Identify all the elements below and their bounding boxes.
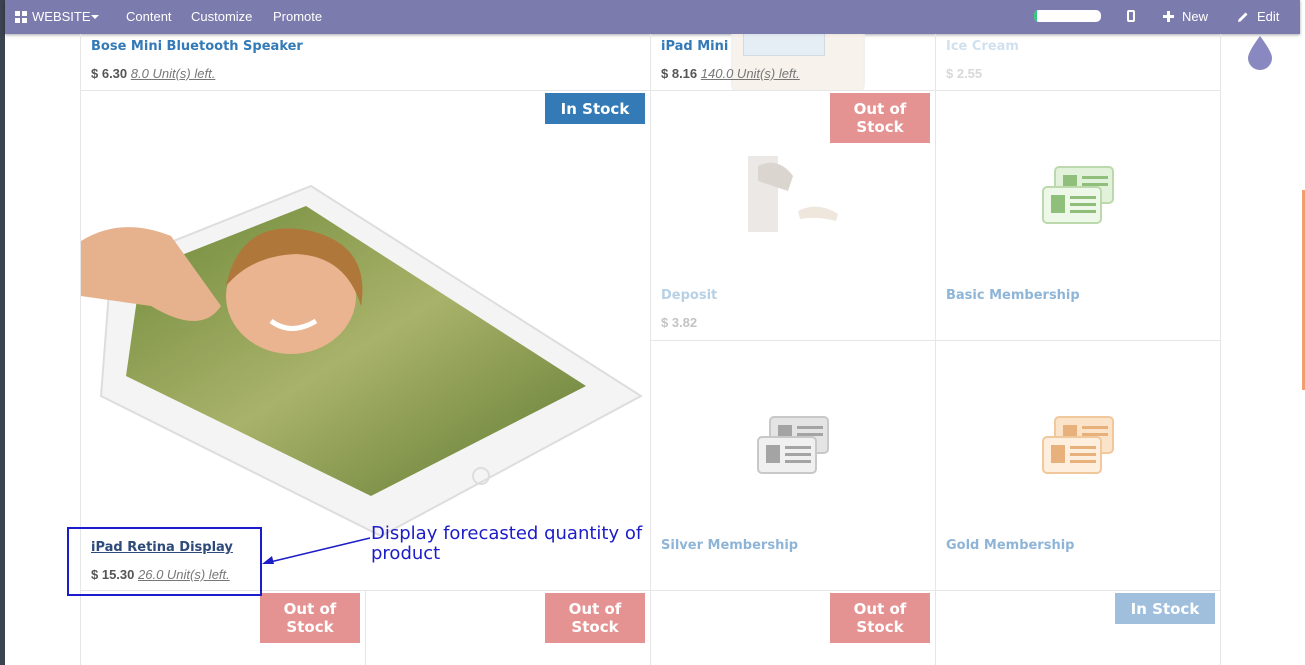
menu-customize[interactable]: Customize [191,0,252,34]
product-price: $ 6.30 8.0 Unit(s) left. [91,66,215,81]
menu-promote[interactable]: Promote [273,0,322,34]
product-name[interactable]: Basic Membership [946,288,1080,303]
edit-button[interactable]: Edit [1237,0,1297,34]
menu-content[interactable]: Content [126,0,172,34]
product-name[interactable]: Ice Cream [946,39,1019,54]
membership-card-icon [1042,166,1114,228]
product-card-featured[interactable]: In Stock iPad Retina Display $ 15.30 26.… [80,91,650,591]
pencil-icon [1238,12,1248,22]
website-topbar: WEBSITE Content Customize Promote New Ed… [5,0,1300,34]
price-value: $ 8.16 [661,66,698,81]
product-card[interactable]: Silver Membership [650,341,935,591]
product-name[interactable]: Silver Membership [661,538,798,553]
website-menu-label: WEBSITE [32,9,91,24]
product-image [748,156,838,232]
product-card[interactable]: Out of Stock [650,591,935,665]
product-price: $ 3.82 [661,315,697,330]
membership-card-icon [1042,416,1114,478]
product-card[interactable]: Out of Stock [80,591,365,665]
seo-progress-bar [1034,10,1101,22]
stock-ribbon: In Stock [545,93,645,124]
product-name[interactable]: Bose Mini Bluetooth Speaker [91,39,303,54]
product-image [731,34,865,90]
new-label: New [1182,9,1209,24]
product-card[interactable]: Bose Mini Bluetooth Speaker $ 6.30 8.0 U… [80,34,650,91]
new-button[interactable]: New [1163,0,1223,34]
product-image [81,184,643,536]
stock-ribbon: In Stock [1115,593,1215,624]
product-name[interactable]: iPad Mini [661,39,728,54]
edit-label: Edit [1257,9,1280,24]
product-price: $ 2.55 [946,66,982,81]
stock-ribbon: Out of Stock [830,593,930,643]
window-left-edge [0,0,5,665]
product-card[interactable]: Ice Cream $ 2.55 [935,34,1221,91]
caret-down-icon [91,15,99,19]
mobile-preview-icon[interactable] [1127,10,1135,22]
website-menu[interactable]: WEBSITE [5,0,117,34]
stock-ribbon: Out of Stock [260,593,360,643]
plus-icon [1163,11,1174,22]
stock-ribbon: Out of Stock [830,93,930,143]
theme-drop-icon[interactable] [1246,36,1274,70]
annotation-text: Display forecasted quantity of product [371,523,643,564]
price-value: $ 2.55 [946,66,983,81]
annotation-highlight-box [67,527,262,596]
product-card[interactable]: Gold Membership [935,341,1221,591]
product-card[interactable]: iPad Mini $ 8.16 140.0 Unit(s) left. [650,34,935,91]
price-value: $ 3.82 [661,315,698,330]
product-card[interactable]: Out of Stock [365,591,650,665]
product-card[interactable]: Basic Membership [935,91,1221,341]
forecast-quantity: 140.0 Unit(s) left. [700,66,800,81]
apps-grid-icon [15,11,27,23]
membership-card-icon [757,416,829,478]
product-name[interactable]: Gold Membership [946,538,1074,553]
stock-ribbon: Out of Stock [545,593,645,643]
product-price: $ 8.16 140.0 Unit(s) left. [661,66,800,81]
product-card[interactable]: In Stock [935,591,1221,665]
product-name[interactable]: Deposit [661,288,717,303]
product-card[interactable]: Out of Stock Deposit $ 3.82 [650,91,935,341]
forecast-quantity: 8.0 Unit(s) left. [130,66,216,81]
annotation-arrow-icon [262,537,371,564]
price-value: $ 6.30 [91,66,128,81]
